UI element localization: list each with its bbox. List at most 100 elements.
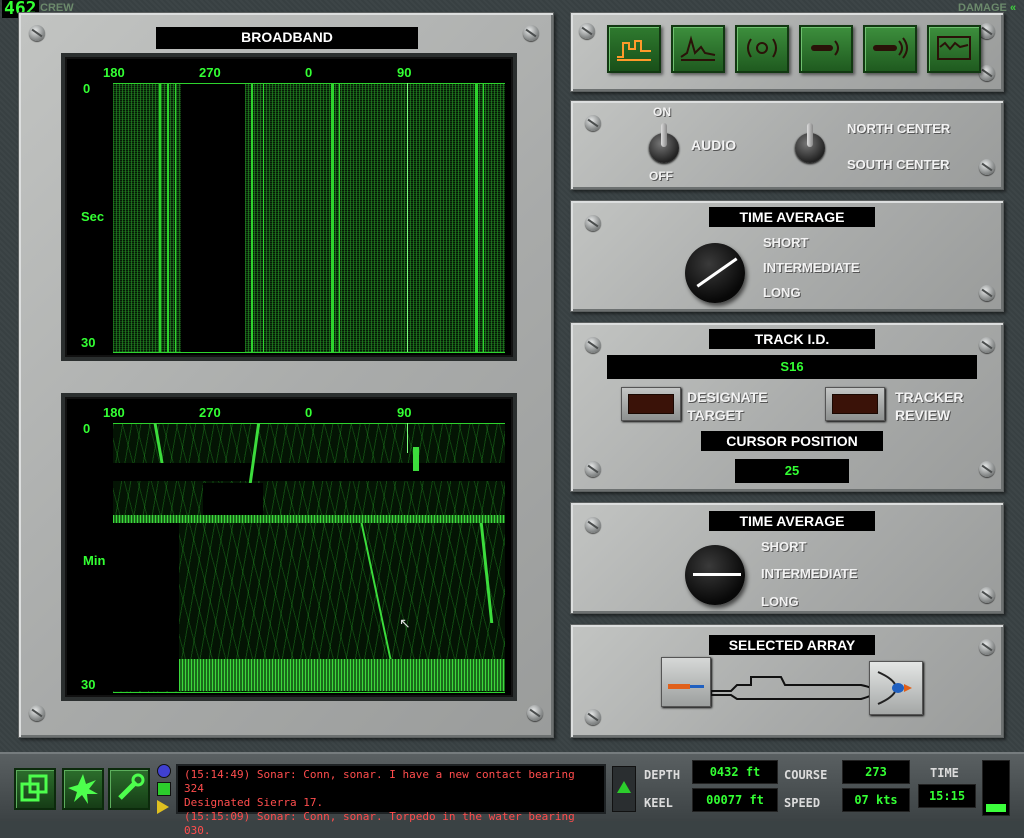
indicator-triangle-icon[interactable] xyxy=(157,800,169,814)
speed-value: 07 kts xyxy=(842,788,910,812)
bearing-label: 270 xyxy=(199,65,221,80)
towed-array-select-button[interactable] xyxy=(661,657,711,707)
audio-off-label: OFF xyxy=(649,169,673,183)
track-id-display: S16 xyxy=(607,355,977,379)
waterfall-mode-button[interactable] xyxy=(927,25,981,73)
option-long[interactable]: LONG xyxy=(763,285,801,300)
screw-icon xyxy=(979,337,995,353)
contact-trace xyxy=(339,83,340,353)
keel-label: KEEL xyxy=(644,796,673,810)
bearing-label: 270 xyxy=(199,405,221,420)
time-average-knob[interactable] xyxy=(685,243,745,303)
active-sonar-icon xyxy=(747,38,777,58)
active-sonar-mode-button[interactable] xyxy=(735,25,789,73)
display-mode-panel xyxy=(570,12,1004,92)
screw-icon xyxy=(585,337,601,353)
repair-button[interactable] xyxy=(108,768,150,810)
broadband-bottom-display[interactable]: 180 270 0 90 0 Min 30 ↖ xyxy=(61,393,517,701)
axis-line xyxy=(113,692,505,693)
screw-icon xyxy=(585,115,601,131)
broadband-mode-button[interactable] xyxy=(607,25,661,73)
contact-trace xyxy=(175,83,176,353)
screw-icon xyxy=(527,705,543,721)
time-average-knob[interactable] xyxy=(685,545,745,605)
tracker-label: TRACKER xyxy=(895,389,964,405)
narrowband-mode-icon xyxy=(680,35,716,61)
screw-icon xyxy=(585,517,601,533)
track-id-title: TRACK I.D. xyxy=(709,329,875,349)
screw-icon xyxy=(585,461,601,477)
audio-on-label: ON xyxy=(653,105,671,119)
selected-array-title: SELECTED ARRAY xyxy=(709,635,875,655)
knob-indicator xyxy=(696,257,738,288)
chevron-left-icon: « xyxy=(1009,2,1017,14)
baffle-region xyxy=(181,84,245,352)
towed-array-mode-button[interactable] xyxy=(799,25,853,73)
indicator-circle-icon[interactable] xyxy=(157,764,171,778)
screw-icon xyxy=(979,159,995,175)
bearing-label: 180 xyxy=(103,405,125,420)
contact-trace xyxy=(483,83,484,353)
towed-array-icon xyxy=(811,40,839,56)
indicator-square-icon[interactable] xyxy=(157,782,171,796)
y-axis-label: Min xyxy=(83,553,106,568)
noise-field xyxy=(113,84,505,352)
designate-target-button[interactable] xyxy=(621,387,681,421)
option-short[interactable]: SHORT xyxy=(763,235,809,250)
narrowband-mode-button[interactable] xyxy=(671,25,725,73)
time-label: TIME xyxy=(930,766,959,780)
screw-icon xyxy=(979,65,995,81)
south-center-label: SOUTH CENTER xyxy=(847,157,950,172)
time-average-panel-1: TIME AVERAGE SHORT INTERMEDIATE LONG xyxy=(570,200,1004,312)
cursor-line xyxy=(407,83,408,353)
course-value: 273 xyxy=(842,760,910,784)
message-line: Designated Sierra 17. xyxy=(184,796,324,809)
contact-trace xyxy=(251,83,253,353)
broadband-title: BROADBAND xyxy=(156,27,418,49)
option-intermediate[interactable]: INTERMEDIATE xyxy=(763,260,860,275)
screw-icon xyxy=(29,705,45,721)
history-waterfall xyxy=(113,423,505,693)
screw-icon xyxy=(585,215,601,231)
screw-icon xyxy=(585,709,601,725)
scroll-messages-button[interactable] xyxy=(612,766,636,812)
window-toggle-button[interactable] xyxy=(14,768,56,810)
tracker-review-button[interactable] xyxy=(825,387,885,421)
broadband-mode-icon xyxy=(617,40,651,61)
audio-label: AUDIO xyxy=(691,137,737,153)
mouse-cursor-icon: ↖ xyxy=(399,615,411,631)
screw-icon xyxy=(979,461,995,477)
sphere-array-icon xyxy=(877,671,912,705)
power-gauge-fill xyxy=(986,804,1006,812)
contact-trace xyxy=(475,83,478,353)
option-intermediate[interactable]: INTERMEDIATE xyxy=(761,566,858,581)
sphere-array-select-button[interactable] xyxy=(869,661,923,715)
cursor-position-title: CURSOR POSITION xyxy=(701,431,883,451)
broadband-top-display[interactable]: 180 270 0 90 0 Sec 30 xyxy=(61,53,517,361)
contact-trace xyxy=(167,83,169,353)
screw-icon xyxy=(979,639,995,655)
station-button[interactable] xyxy=(62,768,104,810)
power-gauge xyxy=(982,760,1010,816)
north-center-label: NORTH CENTER xyxy=(847,121,951,136)
audio-toggle-switch[interactable] xyxy=(649,123,679,163)
screw-icon xyxy=(979,23,995,39)
option-short[interactable]: SHORT xyxy=(761,539,807,554)
sphere-array-mode-button[interactable] xyxy=(863,25,917,73)
bearing-label: 0 xyxy=(305,405,313,420)
screw-icon xyxy=(29,25,45,41)
selected-array-panel: SELECTED ARRAY xyxy=(570,624,1004,738)
towed-array-icon xyxy=(668,684,704,689)
option-long[interactable]: LONG xyxy=(761,594,799,609)
time-value: 15:15 xyxy=(918,784,976,808)
array-center-switch[interactable] xyxy=(795,123,825,163)
waterfall-mode-icon xyxy=(937,36,971,60)
submarine-icon xyxy=(711,676,876,700)
bearing-label: 90 xyxy=(397,405,412,420)
bearing-label: 180 xyxy=(103,65,125,80)
course-label: COURSE xyxy=(784,768,828,782)
wrench-icon xyxy=(118,773,145,800)
bearing-label: 90 xyxy=(397,65,412,80)
depth-value: 0432 ft xyxy=(692,760,778,784)
knob-indicator xyxy=(693,573,741,576)
